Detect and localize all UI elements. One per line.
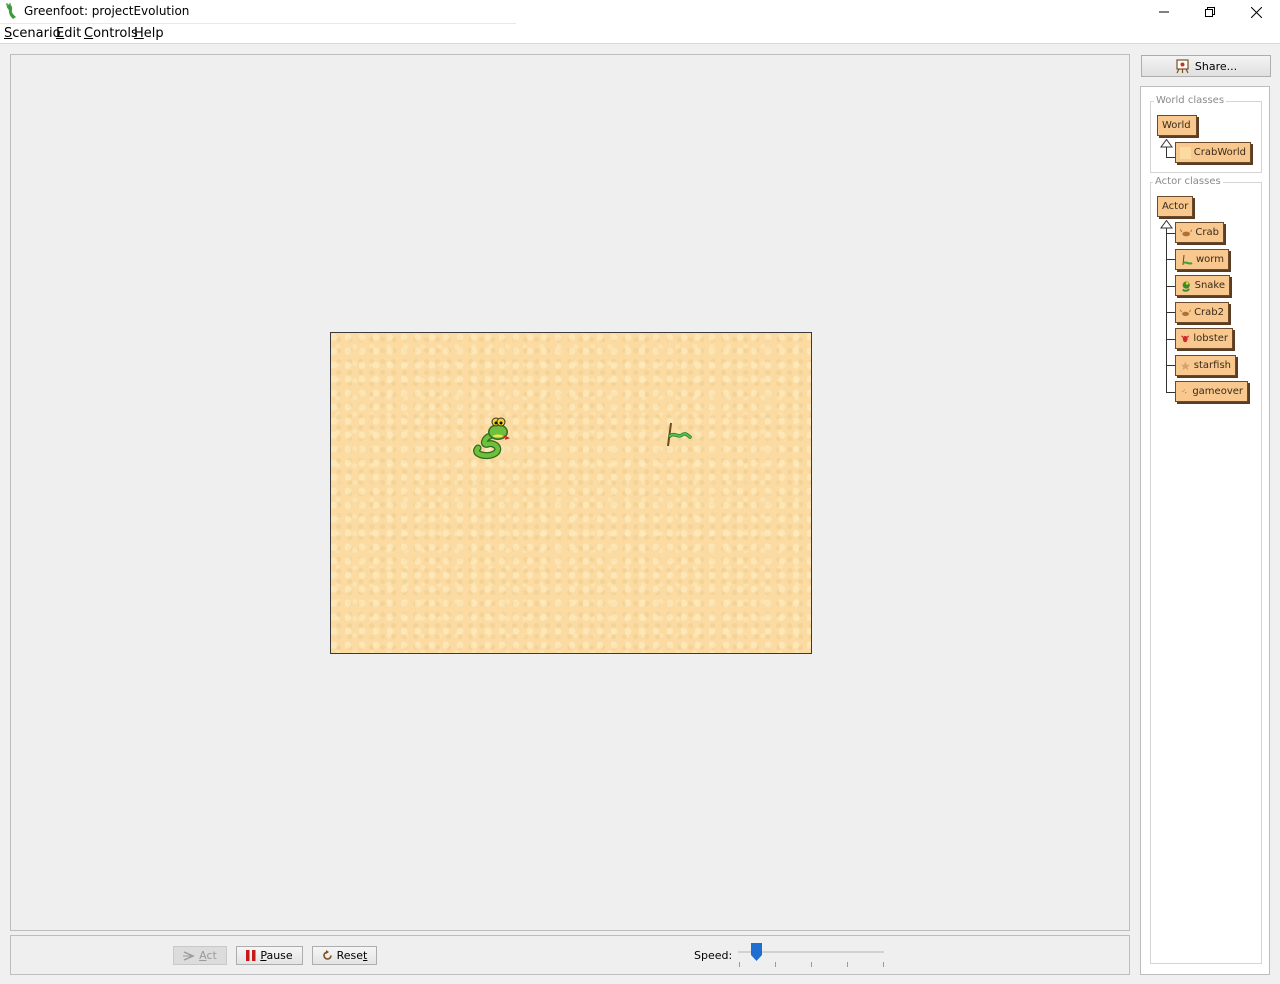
menu-scenario[interactable]: Scenario — [4, 26, 61, 41]
close-icon — [1250, 6, 1262, 18]
title-bar: Greenfoot: projectEvolution — [0, 0, 1280, 24]
actor-classes-title: Actor classes — [1153, 176, 1223, 187]
menu-edit-label: dit — [64, 26, 82, 41]
pause-icon — [246, 950, 256, 961]
class-world[interactable]: World — [1157, 115, 1197, 136]
class-lobster-label: lobster — [1193, 333, 1228, 344]
share-button[interactable]: Share... — [1141, 55, 1271, 77]
speed-tick — [775, 962, 776, 967]
class-actor[interactable]: Actor — [1157, 196, 1193, 217]
class-crabworld-label: CrabWorld — [1193, 147, 1246, 158]
tree-connector — [1166, 312, 1175, 313]
worm-icon[interactable] — [664, 420, 694, 450]
class-crabworld[interactable]: CrabWorld — [1175, 142, 1251, 163]
share-label: Share... — [1194, 59, 1238, 73]
crab-icon — [1180, 308, 1192, 316]
menu-help-mnemonic: H — [134, 26, 144, 41]
speed-tick — [847, 962, 848, 967]
act-label: Act — [199, 949, 217, 962]
world-canvas[interactable] — [330, 332, 812, 654]
tree-connector — [1166, 259, 1175, 260]
tree-connector — [1166, 339, 1175, 340]
starfish-icon — [1180, 360, 1190, 370]
reset-label: Reset — [337, 949, 368, 962]
class-gameover[interactable]: gameover — [1175, 381, 1248, 402]
restore-icon — [1205, 7, 1215, 17]
class-starfish-label: starfish — [1193, 360, 1231, 371]
menu-controls-label: ontrols — [93, 26, 138, 41]
share-easel-icon — [1176, 58, 1189, 73]
greenfoot-foot-icon — [4, 3, 20, 21]
speed-slider-thumb[interactable] — [751, 943, 762, 961]
class-worm[interactable]: worm — [1175, 249, 1229, 270]
act-button[interactable]: Act — [173, 946, 227, 965]
crabworld-thumb-icon — [1180, 146, 1191, 159]
worm-icon — [1182, 254, 1193, 265]
lobster-icon — [1181, 334, 1190, 342]
class-crab2-label: Crab2 — [1194, 307, 1224, 318]
class-worm-label: worm — [1196, 254, 1224, 265]
tree-connector — [1166, 157, 1175, 158]
world-classes-title: World classes — [1154, 95, 1227, 106]
pause-button[interactable]: Pause — [236, 946, 303, 965]
class-world-label: World — [1162, 120, 1191, 131]
tree-connector — [1166, 286, 1175, 287]
class-snake-label: Snake — [1194, 280, 1225, 291]
menu-edit[interactable]: Edit — [56, 26, 81, 41]
restore-button[interactable] — [1187, 0, 1233, 24]
reset-icon — [322, 950, 332, 960]
class-gameover-label: gameover — [1192, 386, 1243, 397]
window-title: Greenfoot: projectEvolution — [24, 4, 190, 18]
reset-label-pre: Rese — [336, 949, 364, 962]
close-button[interactable] — [1233, 0, 1279, 24]
snake-icon[interactable] — [468, 414, 514, 460]
tree-connector — [1166, 233, 1175, 234]
act-label-rest: ct — [206, 949, 217, 962]
speed-tick — [883, 962, 884, 967]
snake-icon — [1182, 281, 1190, 292]
class-snake[interactable]: Snake — [1175, 275, 1230, 296]
tree-connector — [1166, 392, 1175, 393]
speed-tick — [739, 962, 740, 967]
class-actor-label: Actor — [1162, 201, 1189, 212]
class-starfish[interactable]: starfish — [1175, 355, 1236, 376]
speed-label: Speed: — [694, 949, 733, 962]
minimize-icon — [1159, 11, 1169, 13]
tree-connector — [1166, 365, 1175, 366]
speed-tick — [811, 962, 812, 967]
inherit-arrow-icon — [1160, 139, 1173, 148]
menu-help[interactable]: Help — [134, 26, 164, 41]
tree-connector — [1166, 228, 1167, 392]
class-lobster[interactable]: lobster — [1175, 328, 1233, 349]
gameover-icon — [1182, 388, 1187, 393]
class-crab-label: Crab — [1195, 227, 1219, 238]
crab-icon — [1180, 228, 1193, 236]
pause-label: Pause — [260, 949, 292, 962]
menu-edit-mnemonic: E — [56, 26, 65, 41]
menu-help-label: elp — [143, 26, 164, 41]
reset-button[interactable]: Reset — [312, 946, 377, 965]
menu-bar: Scenario Edit Controls Help — [0, 24, 1280, 44]
class-crab2[interactable]: Crab2 — [1175, 302, 1229, 323]
menu-scenario-label: cenario — [12, 26, 61, 41]
minimize-button[interactable] — [1141, 0, 1187, 24]
menu-controls-mnemonic: C — [84, 26, 94, 41]
menu-controls[interactable]: Controls — [84, 26, 138, 41]
class-crab[interactable]: Crab — [1175, 222, 1224, 243]
act-arrow-icon — [183, 950, 195, 961]
reset-mnemonic: t — [363, 949, 368, 962]
pause-label-rest: ause — [266, 949, 293, 962]
